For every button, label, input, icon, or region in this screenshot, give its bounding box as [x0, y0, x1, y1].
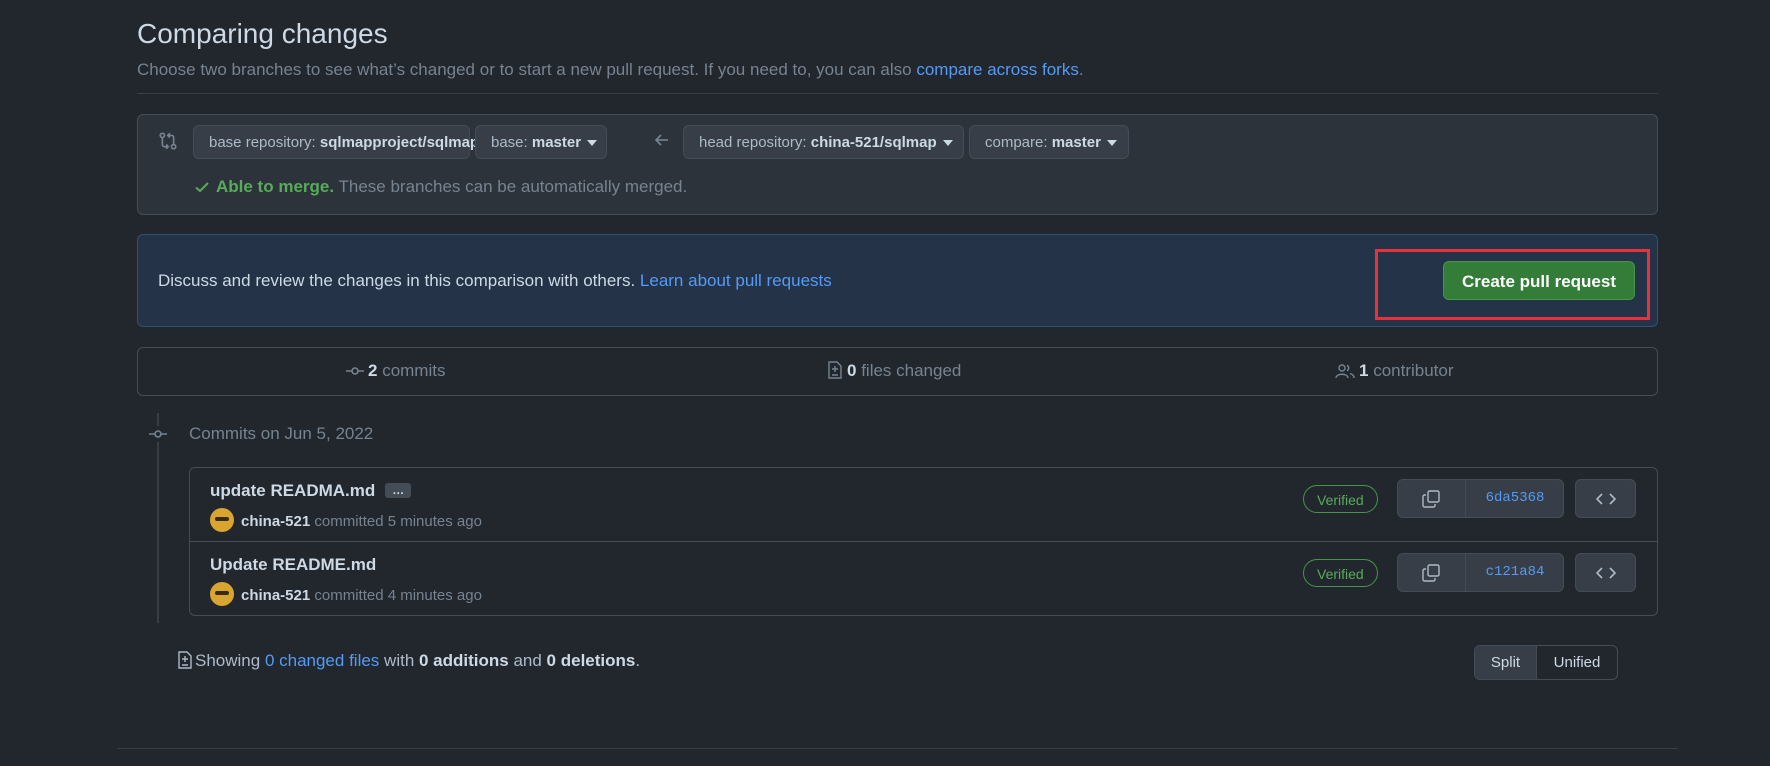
- head-repository-value: china-521/sqlmap: [810, 134, 937, 151]
- head-repository-label: head repository:: [699, 134, 811, 151]
- compare-branch-label: compare:: [985, 134, 1052, 151]
- split-view-button[interactable]: Split: [1475, 646, 1537, 679]
- commits-label: commits: [377, 361, 446, 380]
- base-branch-value: master: [531, 134, 582, 151]
- commit-title-link[interactable]: Update README.md: [210, 555, 376, 574]
- commit-time: committed 4 minutes ago: [310, 587, 482, 604]
- avatar[interactable]: [210, 508, 234, 532]
- subtitle-text: Choose two branches to see what’s change…: [137, 60, 917, 79]
- commit-time: committed 5 minutes ago: [310, 513, 482, 530]
- check-icon: [194, 179, 210, 195]
- git-commit-icon: [149, 426, 167, 442]
- commit-title-row: update READMA.md …: [210, 481, 412, 501]
- copy-sha-button[interactable]: [1398, 480, 1465, 517]
- header-divider: [137, 93, 1658, 94]
- code-icon: [1596, 567, 1616, 579]
- files-stat[interactable]: 0 files changed: [827, 361, 961, 381]
- diff-summary: Showing 0 changed files with 0 additions…: [177, 651, 640, 671]
- commit-author-link[interactable]: china-521: [241, 513, 310, 530]
- chevron-down-icon: [942, 140, 953, 147]
- git-compare-icon: [158, 131, 178, 151]
- contributors-label: contributor: [1368, 361, 1454, 380]
- deletions-count: 0 deletions: [546, 651, 636, 670]
- commit-sha-link[interactable]: c121a84: [1465, 554, 1564, 591]
- commit-sha-link[interactable]: 6da5368: [1465, 480, 1564, 517]
- showing-text: Showing: [195, 651, 265, 670]
- diff-view-toggle: Split Unified: [1474, 645, 1618, 680]
- compare-across-forks-link[interactable]: compare across forks: [916, 60, 1079, 79]
- chevron-down-icon: [587, 140, 598, 147]
- range-editor: base repository: sqlmapproject/sqlmap ba…: [137, 114, 1658, 215]
- commit-row: update READMA.md … china-521 committed 5 …: [190, 468, 1657, 541]
- arrow-left-icon: [653, 132, 671, 148]
- file-diff-icon: [177, 651, 193, 669]
- base-repository-select[interactable]: base repository: sqlmapproject/sqlmap: [193, 125, 496, 159]
- page-title: Comparing changes: [137, 18, 388, 49]
- verified-badge[interactable]: Verified: [1303, 559, 1378, 587]
- avatar[interactable]: [210, 582, 234, 606]
- merge-message: These branches can be automatically merg…: [334, 177, 688, 196]
- and-text: and: [508, 651, 547, 670]
- expand-message-button[interactable]: …: [385, 483, 412, 498]
- commit-title-row: Update README.md: [210, 555, 376, 575]
- subtitle-end: .: [1078, 60, 1084, 79]
- with-text: with: [379, 651, 419, 670]
- comparison-summary: 2 commits 0 files changed 1 contributor: [137, 347, 1658, 396]
- commit-meta: china-521 committed 4 minutes ago: [210, 582, 482, 606]
- head-repository-select[interactable]: head repository: china-521/sqlmap: [683, 125, 964, 159]
- merge-ok-label: Able to merge.: [216, 177, 335, 196]
- commit-meta: china-521 committed 5 minutes ago: [210, 508, 482, 532]
- base-repository-value: sqlmapproject/sqlmap: [319, 134, 480, 151]
- commits-date-heading: Commits on Jun 5, 2022: [189, 424, 374, 443]
- commit-sha-group: 6da5368: [1397, 479, 1564, 518]
- base-branch-label: base:: [491, 134, 532, 151]
- files-label: files changed: [856, 361, 962, 380]
- timeline-line: [157, 413, 159, 623]
- footer-divider: [117, 748, 1678, 749]
- copy-sha-button[interactable]: [1398, 554, 1465, 591]
- file-diff-icon: [827, 361, 843, 379]
- unified-view-button[interactable]: Unified: [1537, 646, 1617, 679]
- chevron-down-icon: [1106, 140, 1117, 147]
- base-repository-label: base repository:: [209, 134, 320, 151]
- banner-message: Discuss and review the changes in this c…: [158, 271, 832, 291]
- period-text: .: [635, 651, 641, 670]
- people-icon: [1335, 363, 1355, 379]
- code-icon: [1596, 493, 1616, 505]
- page-subtitle: Choose two branches to see what’s change…: [137, 60, 1084, 80]
- commit-author-link[interactable]: china-521: [241, 587, 310, 604]
- commit-sha-group: c121a84: [1397, 553, 1564, 592]
- commits-stat[interactable]: 2 commits: [346, 361, 445, 381]
- contributors-stat[interactable]: 1 contributor: [1335, 361, 1454, 381]
- commit-row: Update README.md china-521 committed 4 m…: [190, 541, 1657, 615]
- additions-count: 0 additions: [419, 651, 509, 670]
- changed-files-link[interactable]: 0 changed files: [265, 651, 379, 670]
- learn-about-pull-requests-link[interactable]: Learn about pull requests: [640, 271, 832, 290]
- compare-branch-select[interactable]: compare: master: [969, 125, 1129, 159]
- git-commit-icon: [346, 363, 364, 379]
- commit-title-link[interactable]: update READMA.md: [210, 481, 375, 500]
- create-pull-request-button[interactable]: Create pull request: [1443, 261, 1635, 300]
- merge-status: Able to merge. These branches can be aut…: [194, 177, 687, 197]
- base-branch-select[interactable]: base: master: [475, 125, 607, 159]
- banner-text: Discuss and review the changes in this c…: [158, 271, 640, 290]
- browse-repo-button[interactable]: [1575, 553, 1636, 592]
- compare-branch-value: master: [1051, 134, 1101, 151]
- browse-repo-button[interactable]: [1575, 479, 1636, 518]
- commit-list: update READMA.md … china-521 committed 5 …: [189, 467, 1658, 616]
- verified-badge[interactable]: Verified: [1303, 485, 1378, 513]
